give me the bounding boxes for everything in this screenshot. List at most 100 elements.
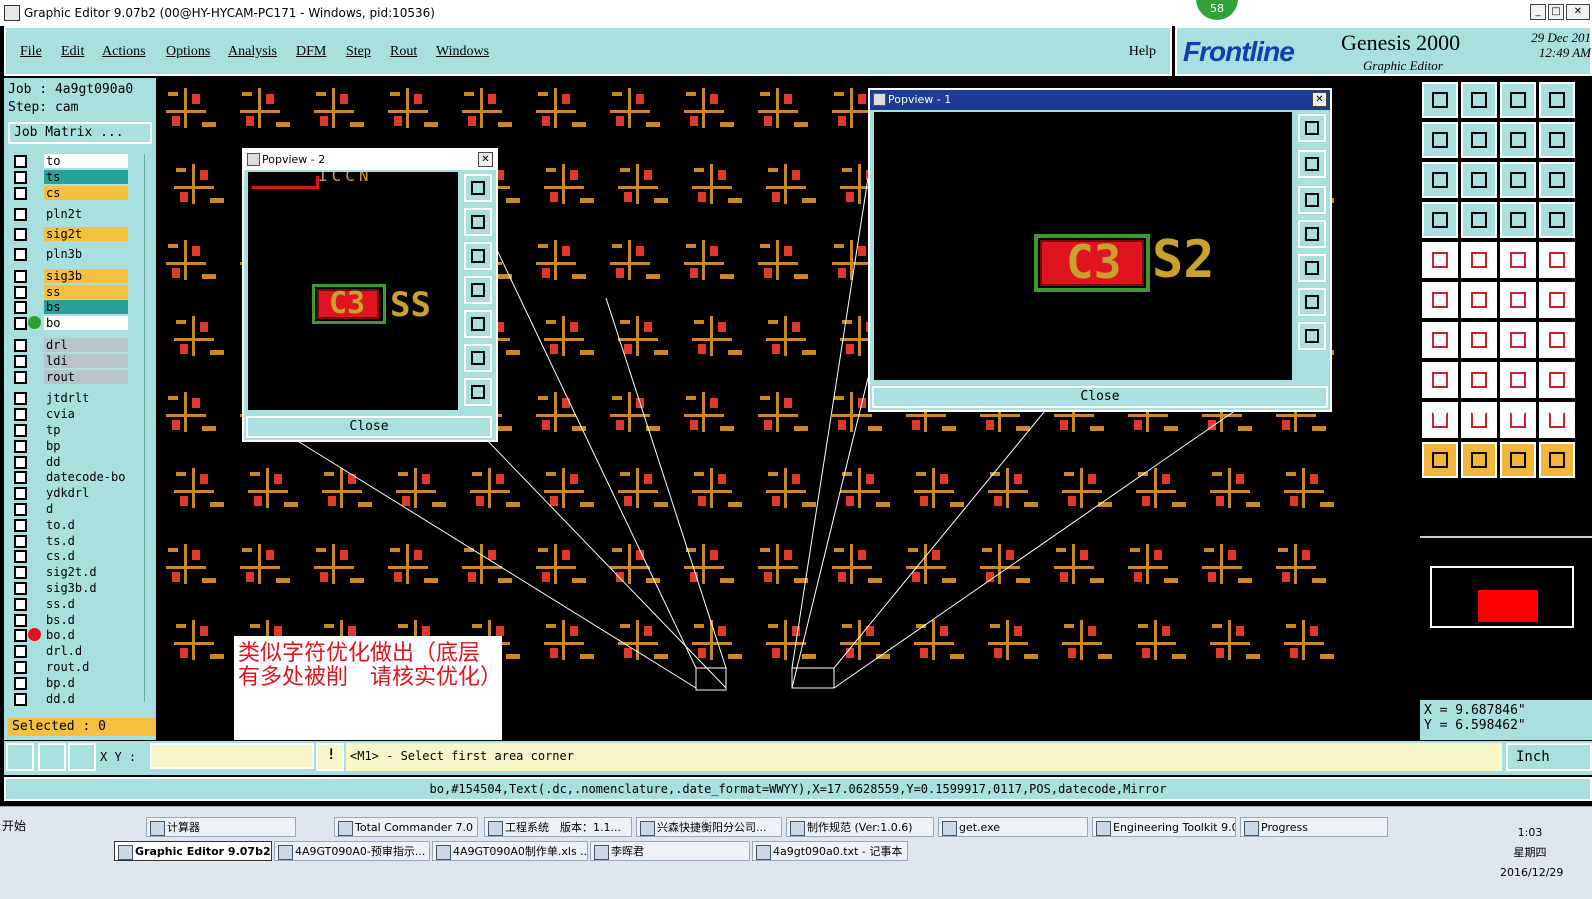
popview-2-close-button[interactable]: Close (246, 416, 492, 438)
arc-tool-button[interactable] (1500, 322, 1536, 358)
popview-2-view[interactable]: ICCN C3 SS (248, 172, 458, 410)
shape-tool-button[interactable] (1539, 362, 1575, 398)
popview-1-window[interactable]: Popview - 1 ✕ C3 S2 Close (868, 88, 1332, 412)
popview-1-close-button[interactable]: Close (872, 386, 1328, 408)
layer-checkbox[interactable] (14, 301, 27, 315)
layer-name[interactable]: ss (44, 284, 128, 299)
pan-left-tool[interactable] (1298, 220, 1326, 248)
grid-tool-button[interactable] (1461, 202, 1497, 238)
layer-name[interactable]: ldi (44, 353, 128, 368)
layer-checkbox[interactable] (14, 339, 27, 352)
layer-name[interactable]: rout.d (44, 660, 128, 674)
record-tool-button[interactable] (1422, 242, 1458, 278)
unit-selector[interactable]: Inch (1506, 743, 1592, 771)
layer-name[interactable]: cs.d (44, 549, 128, 564)
taskbar-app-button[interactable]: Engineering Toolkit 9.0... (1092, 817, 1236, 837)
layer-name[interactable]: to.d (44, 517, 128, 532)
layer-row[interactable]: to.d (8, 517, 130, 532)
layers-tool-button[interactable] (1500, 202, 1536, 238)
layer-checkbox[interactable] (14, 566, 27, 580)
taskbar-app-button[interactable]: 4a9gt090a0.txt - 记事本 (752, 841, 908, 861)
pointer-edit-tool-button[interactable] (1539, 442, 1575, 478)
layer-name[interactable]: to (44, 154, 128, 168)
taskbar-app-button[interactable]: 李晖君 (590, 841, 750, 861)
connect-tool-button[interactable] (1422, 282, 1458, 318)
layer-checkbox[interactable] (14, 661, 27, 674)
pan-right-tool[interactable] (464, 310, 492, 338)
taskbar-app-button[interactable]: 工程系统 版本：1.1... (484, 817, 632, 837)
layer-name[interactable]: pln3b (44, 247, 128, 261)
layer-checkbox[interactable] (14, 248, 27, 261)
popview-2-window[interactable]: Popview - 2 ✕ ICCN C3 SS Close (242, 148, 498, 442)
layer-row[interactable]: drl (8, 338, 130, 352)
layer-name[interactable]: ts (44, 169, 128, 184)
move-right-tool-button[interactable] (1461, 122, 1497, 158)
layer-row[interactable]: to (8, 154, 130, 168)
layer-name[interactable]: ts.d (44, 533, 128, 548)
menu-edit[interactable]: Edit (61, 44, 84, 60)
layer-row[interactable]: bs.d (8, 612, 130, 627)
angle-tool-button[interactable] (1422, 322, 1458, 358)
layer-row[interactable]: cs.d (8, 549, 130, 564)
zoom-in-tool[interactable] (1298, 288, 1326, 316)
layer-checkbox[interactable] (14, 692, 27, 706)
close-icon[interactable]: ✕ (1312, 92, 1327, 107)
layer-checkbox[interactable] (14, 629, 27, 643)
menu-options[interactable]: Options (166, 44, 210, 60)
zoom-area-tool-button[interactable] (1461, 162, 1497, 198)
layer-checkbox[interactable] (14, 392, 27, 406)
layer-row[interactable]: bo.d (8, 628, 130, 643)
layer-row[interactable]: bs (8, 300, 130, 315)
taskbar-app-button[interactable]: 制作规范 (Ver:1.0.6) (786, 817, 934, 837)
minus-tool-button[interactable] (1461, 362, 1497, 398)
layer-checkbox[interactable] (14, 285, 27, 299)
layer-row[interactable]: sig2t (8, 227, 130, 242)
xy-input[interactable] (150, 743, 314, 769)
triangle-tool-button[interactable] (1422, 402, 1458, 438)
layer-row[interactable]: ts.d (8, 533, 130, 548)
ruler-tool-button[interactable] (1500, 242, 1536, 278)
taskbar-app-button[interactable]: get.exe (938, 817, 1088, 837)
menu-dfm[interactable]: DFM (296, 44, 326, 60)
layer-checkbox[interactable] (14, 317, 27, 331)
layer-row[interactable]: d (8, 502, 130, 516)
layer-name[interactable]: drl.d (44, 644, 128, 659)
layer-row[interactable]: sig3b.d (8, 581, 130, 595)
layer-row[interactable]: cvia (8, 407, 130, 422)
layer-name[interactable]: cvia (44, 407, 128, 422)
layer-name[interactable]: pln2t (44, 207, 128, 222)
maximize-button[interactable]: □ (1548, 4, 1564, 20)
layer-name[interactable]: d (44, 502, 128, 516)
layer-name[interactable]: bo.d (44, 628, 128, 643)
layer-row[interactable]: pln3b (8, 247, 130, 261)
layer-row[interactable]: ldi (8, 353, 130, 368)
triangle-a-tool-button[interactable] (1461, 402, 1497, 438)
layer-name[interactable]: ss.d (44, 596, 128, 611)
layer-row[interactable]: sig3b (8, 268, 130, 283)
layer-checkbox[interactable] (14, 471, 27, 485)
layer-row[interactable]: dd (8, 454, 130, 469)
popview-2-titlebar[interactable]: Popview - 2 ✕ (244, 150, 496, 170)
layer-row[interactable]: dd.d (8, 691, 130, 706)
layer-checkbox[interactable] (14, 503, 27, 516)
layer-name[interactable]: sig3b (44, 268, 128, 283)
layer-checkbox[interactable] (14, 645, 27, 659)
tools-tool-button[interactable] (1422, 202, 1458, 238)
taskbar-app-button[interactable]: Total Commander 7.0 p... (334, 817, 478, 837)
layer-checkbox[interactable] (14, 370, 27, 384)
layer-row[interactable]: bp.d (8, 675, 130, 690)
system-clock[interactable]: 1:03 星期四 2016/12/29 (1500, 823, 1563, 883)
home-tool-button[interactable] (1422, 82, 1458, 118)
layer-row[interactable]: bp (8, 438, 130, 453)
pan-down-tool[interactable] (464, 242, 492, 270)
taskbar-app-button[interactable]: 计算器 (146, 817, 296, 837)
layer-row[interactable]: ss.d (8, 596, 130, 611)
menu-step[interactable]: Step (346, 44, 371, 60)
layer-row[interactable]: drl.d (8, 644, 130, 659)
triangle-b-tool-button[interactable] (1500, 402, 1536, 438)
node-edit-tool-button[interactable] (1422, 362, 1458, 398)
scale-tool-button[interactable] (1500, 162, 1536, 198)
layer-checkbox[interactable] (14, 186, 27, 200)
dot-tool-button[interactable] (1539, 242, 1575, 278)
pan-right-tool[interactable] (1298, 254, 1326, 282)
